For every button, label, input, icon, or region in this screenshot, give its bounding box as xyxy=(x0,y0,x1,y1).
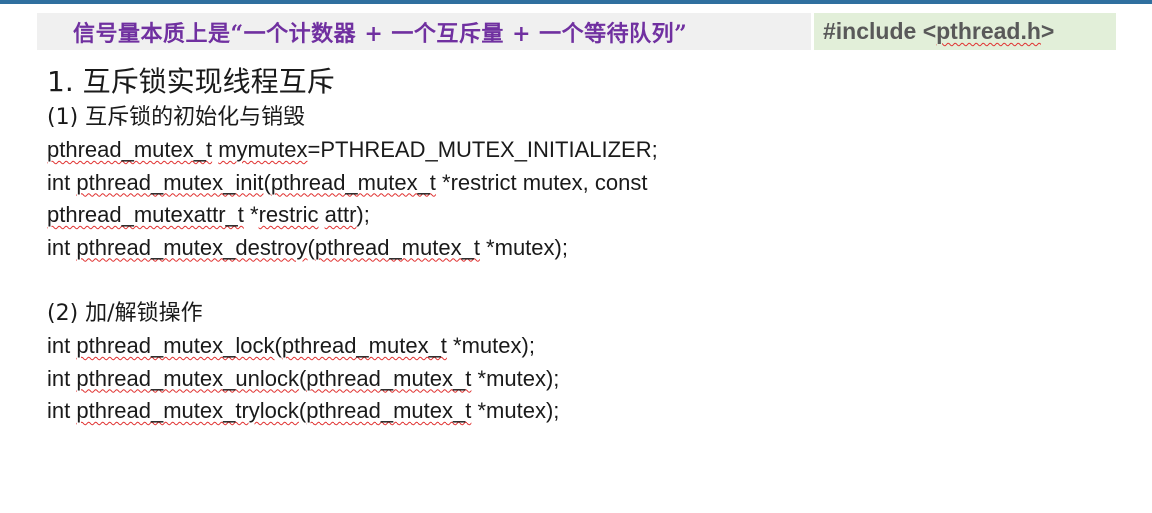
code-token: pthread_mutex_t xyxy=(281,333,447,358)
include-prefix: #include < xyxy=(823,18,937,44)
code-line-static-init: pthread_mutex_t mymutex=PTHREAD_MUTEX_IN… xyxy=(47,137,658,162)
code-token: pthread_mutex_t xyxy=(306,365,472,391)
slide-body: 1. 互斥锁实现线程互斥 (1) 互斥锁的初始化与销毁 pthread_mute… xyxy=(47,62,1107,428)
include-header-name: pthread.h xyxy=(936,18,1041,44)
subheading-lock-unlock: (2) 加/解锁操作 xyxy=(47,301,203,326)
code-line-mutex-init: int pthread_mutex_init(pthread_mutex_t *… xyxy=(47,169,648,195)
code-line-mutex-unlock: int pthread_mutex_unlock(pthread_mutex_t… xyxy=(47,365,560,391)
code-token: pthread_mutex_trylock xyxy=(76,398,299,423)
code-token: pthread_mutex_t xyxy=(270,169,436,195)
code-token: pthread_mutex_destroy xyxy=(76,234,308,260)
code-token: pthread_mutex_lock xyxy=(76,333,275,358)
top-accent-strip xyxy=(0,0,1152,4)
code-line-mutex-init-cont: pthread_mutexattr_t *restric attr); xyxy=(47,202,370,227)
code-token: attr xyxy=(324,202,357,227)
code-token: restric xyxy=(258,202,319,227)
code-token: pthread_mutex_init xyxy=(76,169,264,195)
code-token: mymutex xyxy=(218,137,308,162)
include-box: #include <pthread.h> xyxy=(814,13,1116,50)
code-token: pthread_mutex_t xyxy=(306,398,472,423)
code-token: pthread_mutex_t xyxy=(47,137,213,162)
subheading-init-destroy: (1) 互斥锁的初始化与销毁 xyxy=(47,105,306,130)
code-token: pthread_mutex_unlock xyxy=(76,365,299,391)
include-directive: #include <pthread.h> xyxy=(823,18,1054,45)
include-suffix: > xyxy=(1040,18,1055,44)
code-line-mutex-lock: int pthread_mutex_lock(pthread_mutex_t *… xyxy=(47,333,535,358)
code-line-mutex-trylock: int pthread_mutex_trylock(pthread_mutex_… xyxy=(47,398,560,423)
code-token: pthread_mutex_t xyxy=(314,234,480,260)
section-heading: 1. 互斥锁实现线程互斥 xyxy=(47,65,335,98)
slide-title: 信号量本质上是“一个计数器 + 一个互斥量 + 一个等待队列” xyxy=(73,20,688,47)
code-line-mutex-destroy: int pthread_mutex_destroy(pthread_mutex_… xyxy=(47,234,568,260)
code-token: pthread_mutexattr_t xyxy=(47,202,244,227)
slide-title-bar: 信号量本质上是“一个计数器 + 一个互斥量 + 一个等待队列” xyxy=(37,13,811,50)
